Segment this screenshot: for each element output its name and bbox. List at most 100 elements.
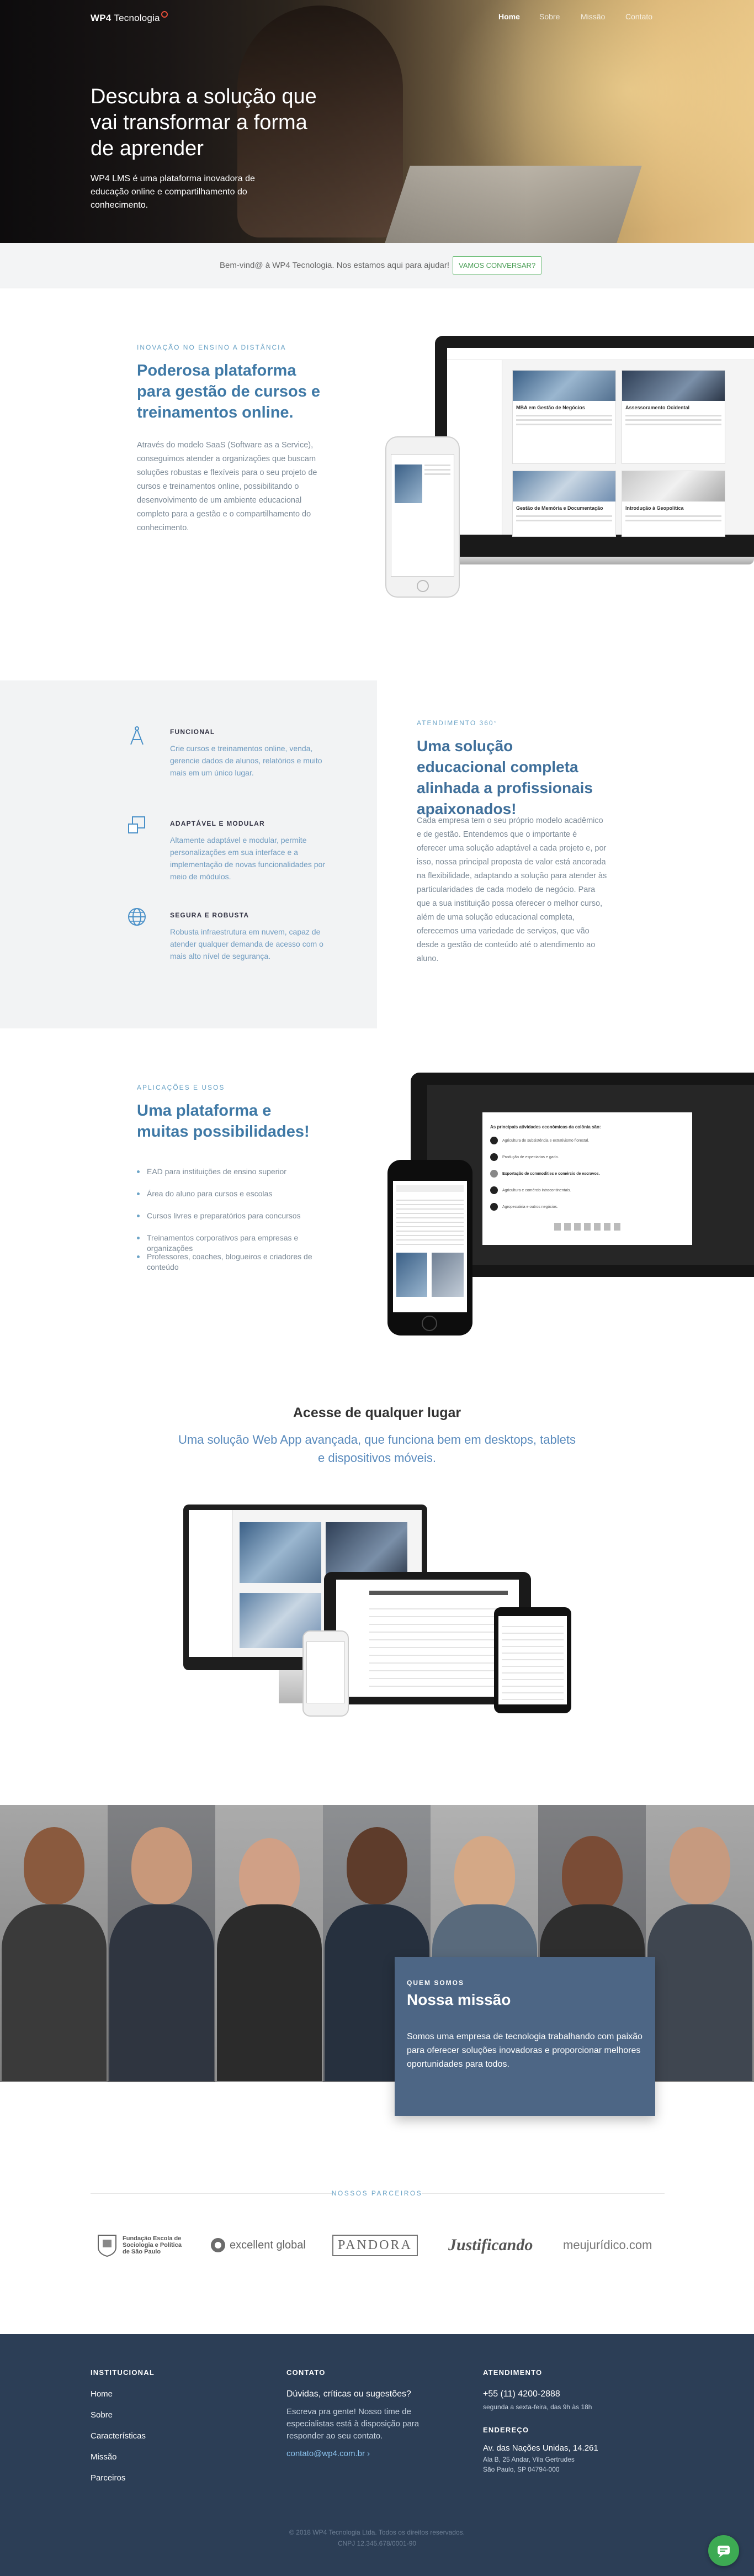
contact-question: Dúvidas, críticas ou sugestões?: [286, 2389, 411, 2399]
mission-eyebrow: QUEM SOMOS: [407, 1979, 465, 1987]
pandora-logo[interactable]: PANDORA: [332, 2231, 418, 2259]
nav-link-missao[interactable]: Missão: [581, 12, 605, 21]
footer-heading-service: ATENDIMENTO: [483, 2368, 543, 2377]
compass-icon: [130, 726, 144, 745]
contact-text: Escreva pra gente! Nosso time de especia…: [286, 2407, 420, 2441]
excellent-global-logo[interactable]: excellent global: [210, 2231, 306, 2259]
footer-heading-address: ENDEREÇO: [483, 2426, 529, 2434]
phone-screen: [393, 1181, 467, 1312]
welcome-banner: Bem-vind@ à WP4 Tecnologia. Nos estamos …: [0, 243, 754, 288]
mission-card: QUEM SOMOS Nossa missão Somos uma empres…: [395, 1957, 655, 2116]
service-hours: segunda a sexta-feira, das 9h às 18h: [483, 2403, 592, 2411]
hero-title: Descubra a solução que vai transformar a…: [91, 85, 317, 160]
logo-mark-icon: [161, 11, 168, 18]
list-item: Área do aluno para cursos e escolas: [137, 1189, 319, 1199]
mock-course-card: Assessoramento Ocidental: [622, 370, 725, 464]
copyright-text: © 2018 WP4 Tecnologia Ltda. Todos os dir…: [289, 2529, 465, 2536]
nav-link-home[interactable]: Home: [498, 12, 520, 21]
nav-link-sobre[interactable]: Sobre: [539, 12, 560, 21]
modules-icon: [128, 816, 145, 833]
address-line: Ala B, 25 Andar, Vila Gertrudes: [483, 2456, 575, 2463]
team-member-photo: [108, 1805, 215, 2082]
chevron-right-icon: ›: [367, 2449, 370, 2458]
phone-mockup-white: [302, 1630, 349, 1717]
uses-eyebrow: APLICAÇÕES E USOS: [137, 1084, 225, 1091]
phone-number[interactable]: +55 (11) 4200-2888: [483, 2388, 560, 2400]
service-eyebrow: ATENDIMENTO 360°: [417, 719, 498, 727]
contact-us-button[interactable]: VAMOS CONVERSAR?: [453, 256, 542, 275]
laptop-mockup: MBA em Gestão de Negócios Assessoramento…: [435, 336, 754, 557]
team-member-photo: [215, 1805, 323, 2082]
quiz-option[interactable]: Agricultura de subsistência e extrativis…: [490, 1137, 589, 1144]
chat-icon: [718, 2546, 730, 2558]
service-text: Cada empresa tem o seu próprio modelo ac…: [417, 816, 607, 963]
quiz-modal: As principais atividades econômicas da c…: [482, 1112, 692, 1245]
address-line: São Paulo, SP 04794-000: [483, 2466, 560, 2473]
platform-eyebrow: INOVAÇÃO NO ENSINO A DISTÂNCIA: [137, 344, 286, 351]
quiz-pagination[interactable]: [554, 1223, 620, 1231]
copyright: © 2018 WP4 Tecnologia Ltda. Todos os dir…: [0, 2527, 754, 2549]
meujuridico-logo[interactable]: meujurídico.com: [563, 2231, 652, 2259]
footer-heading-institutional: INSTITUCIONAL: [91, 2368, 155, 2377]
justificando-logo[interactable]: Justificando: [448, 2231, 533, 2259]
mission-title: Nossa missão: [407, 1991, 511, 2008]
hero-section: WP4 Tecnologia Home Sobre Missão Contato…: [0, 0, 754, 243]
chat-button[interactable]: [708, 2535, 739, 2566]
quiz-option[interactable]: Agricultura e comércio intracontinentais…: [490, 1186, 571, 1194]
footer-link-sobre[interactable]: Sobre: [91, 2410, 113, 2420]
list-item: EAD para instituições de ensino superior: [137, 1166, 319, 1177]
address-line: Av. das Nações Unidas, 14.261: [483, 2443, 598, 2453]
nav-link-contato[interactable]: Contato: [625, 12, 652, 21]
quiz-option[interactable]: Produção de especiarias e gado.: [490, 1153, 559, 1161]
brand-name: WP4: [91, 13, 111, 23]
phone-mockup-black: [494, 1607, 571, 1713]
mission-text: Somos uma empresa de tecnologia trabalha…: [407, 2032, 643, 2069]
team-member-photo: [0, 1805, 108, 2082]
quiz-question: As principais atividades econômicas da c…: [490, 1125, 601, 1129]
feature-text: Altamente adaptável e modular, permite p…: [170, 836, 325, 881]
features-panel: FUNCIONAL Crie cursos e treinamentos onl…: [0, 680, 377, 1028]
hero-text: WP4 LMS é uma plataforma inovadora de ed…: [91, 174, 255, 210]
phone-mockup-dark: [387, 1160, 472, 1335]
uses-title: Uma plataforma e muitas possibilidades!: [137, 1102, 310, 1141]
footer-link-missao[interactable]: Missão: [91, 2452, 117, 2462]
tablet-screen: As principais atividades econômicas da c…: [427, 1085, 754, 1265]
top-nav: WP4 Tecnologia Home Sobre Missão Contato: [0, 0, 754, 35]
feature-title: SEGURA E ROBUSTA: [170, 911, 249, 919]
service-title: Uma solução educacional completa alinhad…: [417, 737, 593, 817]
quiz-option-selected[interactable]: Exportação de commodities e comércio de …: [490, 1170, 600, 1178]
footer-link-parceiros[interactable]: Parceiros: [91, 2473, 125, 2483]
list-item: Treinamentos corporativos para empresas …: [137, 1233, 319, 1254]
list-item: Professores, coaches, blogueiros e criad…: [137, 1252, 319, 1273]
anywhere-subtitle: Uma solução Web App avançada, que funcio…: [178, 1433, 576, 1465]
brand-logo[interactable]: WP4 Tecnologia: [91, 11, 168, 24]
laptop-screen: MBA em Gestão de Negócios Assessoramento…: [447, 348, 754, 537]
footer-link-home[interactable]: Home: [91, 2389, 113, 2399]
service-panel: ATENDIMENTO 360° Uma solução educacional…: [377, 680, 754, 1028]
team-member-photo: [646, 1805, 754, 2082]
platform-title: Poderosa plataforma para gestão de curso…: [137, 362, 321, 421]
divider: [422, 2193, 665, 2194]
banner-text: Bem-vind@ à WP4 Tecnologia. Nos estamos …: [220, 261, 449, 270]
feature-text: Robusta infraestrutura em nuvem, capaz d…: [170, 927, 323, 960]
phone-mockup: [385, 436, 460, 598]
fespsp-logo[interactable]: Fundação Escola de Sociologia e Política…: [95, 2231, 183, 2259]
platform-text: Através do modelo SaaS (Software as a Se…: [137, 441, 317, 532]
footer-heading-contact: CONTATO: [286, 2368, 326, 2377]
globe-icon: [128, 908, 146, 926]
feature-title: ADAPTÁVEL E MODULAR: [170, 820, 265, 827]
uses-section: APLICAÇÕES E USOS Uma plataforma e muita…: [0, 1028, 754, 1365]
mock-course-card: MBA em Gestão de Negócios: [512, 370, 616, 464]
list-item: Cursos livres e preparatórios para concu…: [137, 1211, 319, 1221]
quiz-option[interactable]: Agropecuária e outros negócios.: [490, 1203, 558, 1211]
platform-section: INOVAÇÃO NO ENSINO A DISTÂNCIA Poderosa …: [0, 288, 754, 680]
feature-title: FUNCIONAL: [170, 728, 215, 736]
contact-email-link[interactable]: contato@wp4.com.br ›: [286, 2448, 370, 2459]
fespsp-emblem-icon: [98, 2235, 116, 2257]
brand-suffix: Tecnologia: [114, 13, 160, 23]
mock-course-card: Gestão de Memória e Documentação: [512, 471, 616, 537]
feature-text: Crie cursos e treinamentos online, venda…: [170, 744, 322, 777]
footer-link-caracteristicas[interactable]: Características: [91, 2431, 146, 2441]
mock-course-card: Introdução à Geopolítica: [622, 471, 725, 537]
anywhere-title: Acesse de qualquer lugar: [293, 1405, 461, 1421]
